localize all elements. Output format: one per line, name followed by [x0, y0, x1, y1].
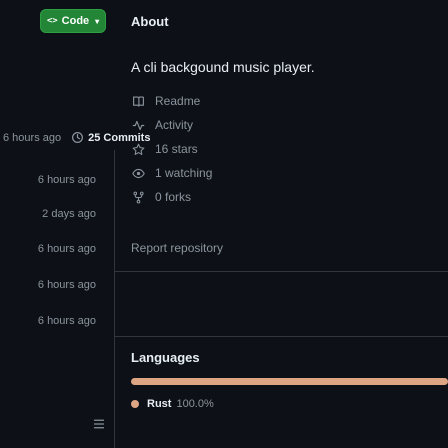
sidebar-item-label: 1 watching	[155, 166, 213, 180]
pulse-icon	[131, 118, 145, 132]
code-icon: <>	[46, 16, 58, 26]
language-percent: 100.0%	[176, 398, 214, 410]
code-button-label: Code	[61, 15, 90, 27]
list-icon[interactable]	[93, 418, 105, 430]
file-time: 6 hours ago	[37, 279, 96, 291]
sidebar-item-stars[interactable]: 16 stars	[131, 142, 198, 156]
chevron-down-icon: ▾	[95, 16, 100, 26]
sidebar-item-readme[interactable]: Readme	[131, 94, 200, 108]
section-divider	[114, 336, 448, 337]
book-icon	[131, 94, 145, 108]
commit-time: 6 hours ago	[3, 131, 62, 144]
code-button[interactable]: <> Code ▾	[40, 9, 106, 33]
report-repository-link[interactable]: Report repository	[131, 241, 223, 255]
language-bar	[131, 378, 448, 385]
latest-commit-row: 6 hours ago 25 Commits	[0, 131, 150, 144]
language-color-dot	[131, 400, 139, 408]
languages-title: Languages	[131, 350, 200, 365]
about-title: About	[131, 14, 169, 29]
fork-icon	[131, 190, 145, 204]
language-item[interactable]: Rust 100.0%	[131, 398, 214, 410]
language-name: Rust	[147, 398, 172, 410]
file-time: 2 days ago	[42, 208, 96, 220]
sidebar-item-label: Readme	[155, 94, 201, 108]
file-time: 6 hours ago	[37, 243, 96, 255]
star-icon	[131, 142, 145, 156]
column-divider	[114, 150, 115, 448]
repo-description: A cli backgound music player.	[131, 59, 315, 75]
eye-icon	[131, 166, 145, 180]
sidebar-item-watching[interactable]: 1 watching	[131, 166, 212, 180]
file-time: 6 hours ago	[37, 315, 96, 327]
file-time: 6 hours ago	[37, 174, 96, 186]
sidebar-item-label: 0 forks	[155, 190, 192, 204]
sidebar-item-label: 16 stars	[155, 142, 198, 156]
sidebar-item-forks[interactable]: 0 forks	[131, 190, 191, 204]
history-icon	[72, 132, 84, 143]
sidebar-item-label: Activity	[155, 118, 194, 132]
section-divider	[114, 271, 448, 272]
sidebar-item-activity[interactable]: Activity	[131, 118, 193, 132]
